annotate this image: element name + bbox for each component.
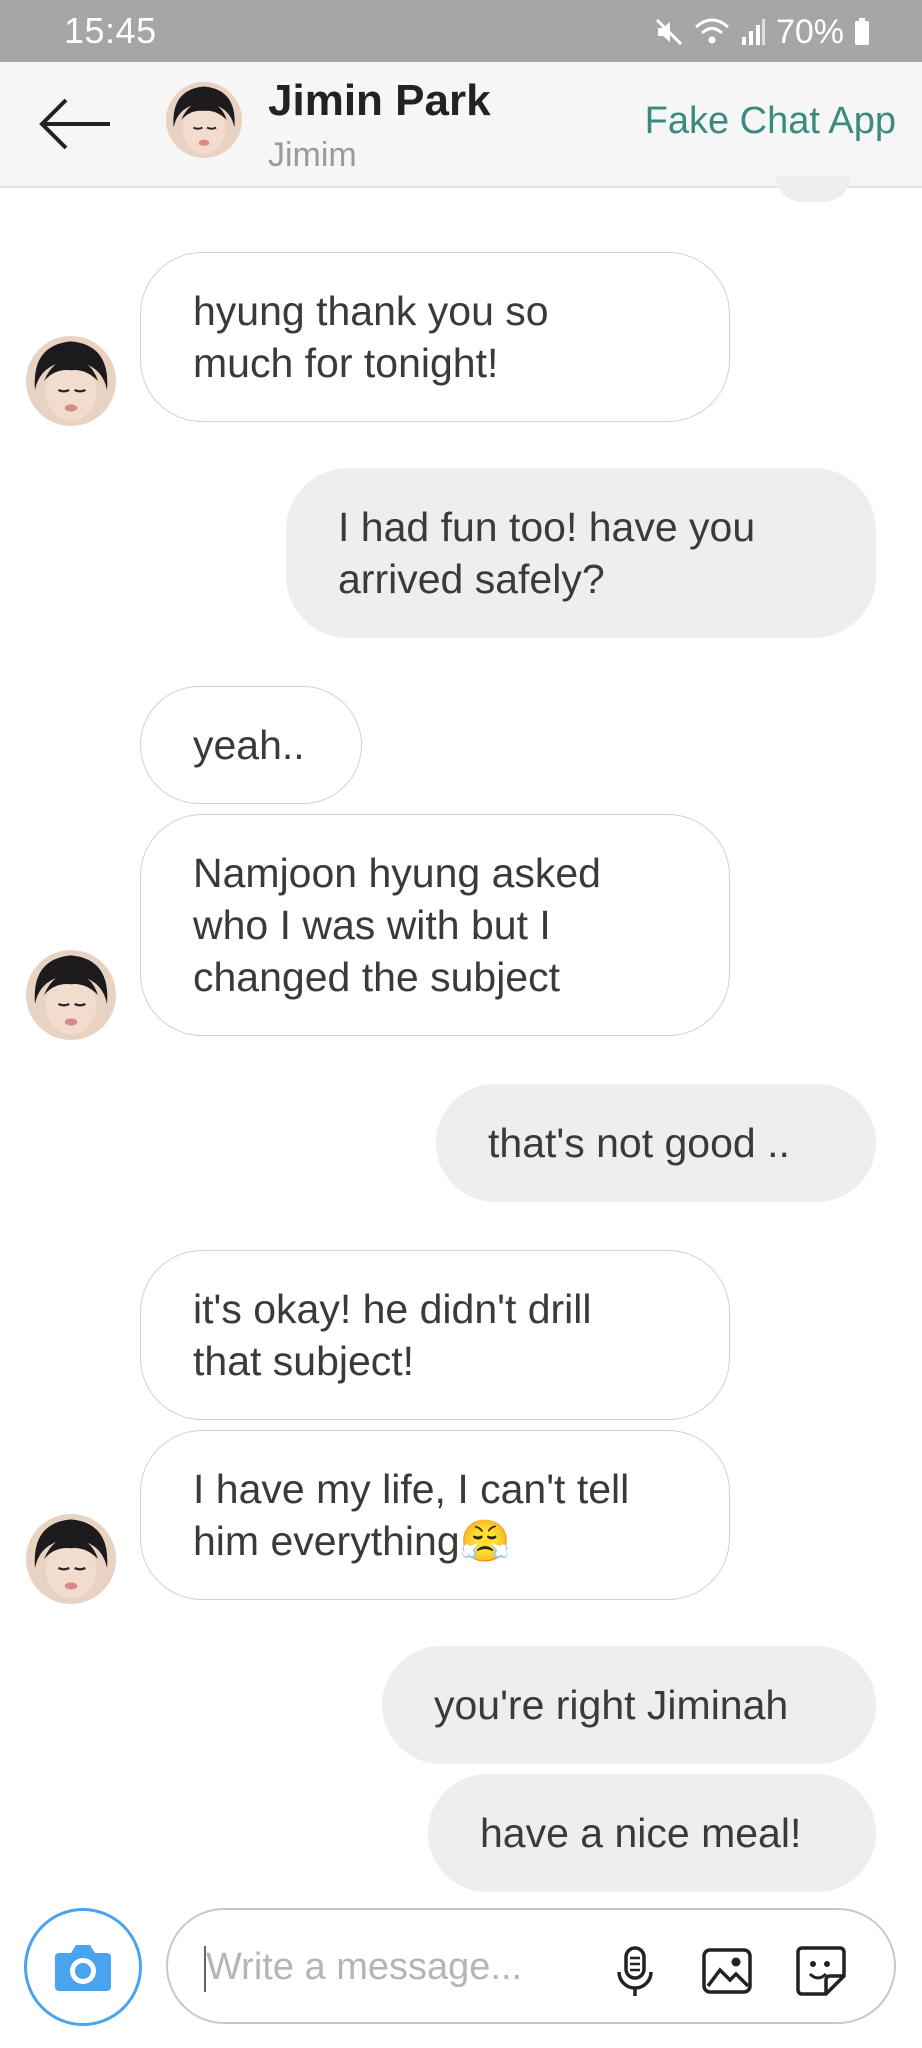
message-input-placeholder: Write a message... <box>206 1946 523 1988</box>
previous-message-edge <box>776 176 850 202</box>
camera-button[interactable] <box>24 1908 142 2026</box>
contact-name: Jimin Park <box>268 76 491 125</box>
message-bubble-sent[interactable]: that's not good .. <box>436 1084 876 1202</box>
message-composer: Write a message... <box>0 1896 922 2048</box>
status-icons: 70% <box>654 12 870 52</box>
signal-icon <box>740 17 766 47</box>
chat-header: Jimin Park Jimim Fake Chat App <box>0 62 922 188</box>
message-line: yeah.. <box>193 722 305 768</box>
contact-avatar[interactable] <box>26 950 116 1040</box>
contact-avatar[interactable] <box>26 336 116 426</box>
camera-icon <box>53 1941 113 1993</box>
app-name: Fake Chat App <box>644 100 896 142</box>
message-line: it's okay! he didn't drill <box>193 1286 592 1332</box>
message-bubble-received[interactable]: it's okay! he didn't drill that subject! <box>140 1250 730 1420</box>
message-line: I had fun too! have you <box>338 504 756 550</box>
message-line: have a nice meal! <box>480 1810 802 1856</box>
battery-icon <box>854 18 870 46</box>
status-bar: 15:45 70% <box>0 0 922 62</box>
message-line: hyung thank you so <box>193 288 549 334</box>
message-line: I have my life, I can't tell <box>193 1466 630 1512</box>
contact-avatar[interactable] <box>26 1514 116 1604</box>
message-line: that's not good .. <box>488 1120 790 1166</box>
status-time: 15:45 <box>64 10 157 51</box>
message-input[interactable]: Write a message... <box>166 1908 896 2024</box>
message-bubble-received[interactable]: hyung thank you so much for tonight! <box>140 252 730 422</box>
image-icon[interactable] <box>700 1944 754 1998</box>
message-bubble-received[interactable]: Namjoon hyung asked who I was with but I… <box>140 814 730 1036</box>
message-line: you're right Jiminah <box>434 1682 789 1728</box>
message-bubble-received[interactable]: yeah.. <box>140 686 362 804</box>
contact-subtitle: Jimim <box>268 136 357 174</box>
message-line: him everything <box>193 1518 460 1564</box>
message-line: who I was with but I <box>193 902 551 948</box>
message-bubble-sent[interactable]: you're right Jiminah <box>382 1646 876 1764</box>
face-with-steam-emoji: 😤 <box>459 1518 511 1564</box>
message-line: Namjoon hyung asked <box>193 850 601 896</box>
back-arrow-icon[interactable] <box>38 92 114 156</box>
battery-percent: 70% <box>775 12 844 51</box>
contact-avatar[interactable] <box>166 82 242 158</box>
message-bubble-sent[interactable]: have a nice meal! <box>428 1774 876 1892</box>
message-bubble-received[interactable]: I have my life, I can't tell him everyth… <box>140 1430 730 1600</box>
mute-icon <box>654 17 684 47</box>
sticker-icon[interactable] <box>794 1944 848 1998</box>
microphone-icon[interactable] <box>608 1944 662 1998</box>
wifi-icon <box>694 17 730 47</box>
message-line: arrived safely? <box>338 556 605 602</box>
message-line: changed the subject <box>193 954 560 1000</box>
message-line: that subject! <box>193 1338 415 1384</box>
message-bubble-sent[interactable]: I had fun too! have you arrived safely? <box>286 468 876 638</box>
message-line: much for tonight! <box>193 340 499 386</box>
